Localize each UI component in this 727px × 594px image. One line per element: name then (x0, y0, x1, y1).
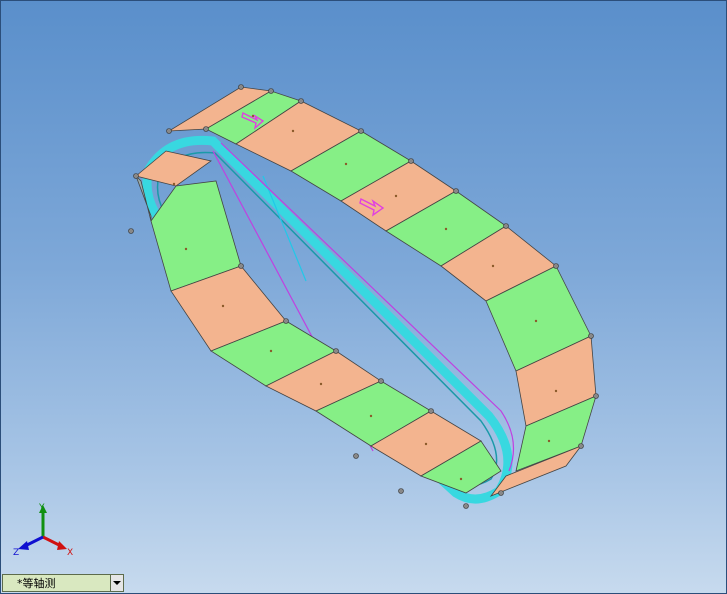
coordinate-triad: Y X Z (9, 501, 79, 563)
chevron-down-icon[interactable] (110, 575, 123, 591)
y-axis-label: Y (38, 503, 45, 513)
x-axis-arrow (57, 541, 67, 550)
z-axis-label: Z (13, 548, 19, 558)
z-axis-arrow (18, 541, 29, 550)
view-orientation-selector[interactable]: *等轴测 (2, 574, 124, 592)
track-model[interactable] (1, 1, 727, 594)
graphics-viewport[interactable]: Y X Z (0, 0, 727, 594)
x-axis-label: X (67, 548, 73, 558)
view-orientation-value: *等轴测 (17, 577, 56, 590)
